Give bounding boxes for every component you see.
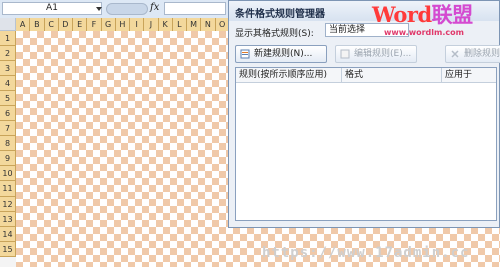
insert-function-icon[interactable]: fx <box>150 2 159 13</box>
delete-icon <box>451 50 459 58</box>
row-header[interactable]: 4 <box>0 76 16 92</box>
row-header[interactable]: 9 <box>0 151 16 167</box>
rules-list[interactable]: 规则(按所示顺序应用) 格式 应用于 <box>235 67 497 221</box>
row-header[interactable]: 2 <box>0 46 16 62</box>
name-box[interactable]: A1 <box>2 2 102 15</box>
column-header[interactable]: A <box>16 18 31 31</box>
column-header[interactable]: L <box>173 18 187 31</box>
edit-rule-label: 编辑规则(E)... <box>354 49 412 59</box>
rules-table-header: 规则(按所示顺序应用) 格式 应用于 <box>236 68 496 83</box>
row-header[interactable]: 11 <box>0 181 16 197</box>
row-header[interactable]: 14 <box>0 226 16 242</box>
column-header-format: 格式 <box>342 68 442 82</box>
column-header[interactable]: G <box>102 18 116 31</box>
column-header[interactable]: B <box>30 18 45 31</box>
column-header[interactable]: H <box>116 18 130 31</box>
row-header[interactable]: 12 <box>0 196 16 212</box>
delete-rule-button[interactable]: 删除规则 <box>445 45 500 63</box>
row-header[interactable]: 8 <box>0 136 16 152</box>
logo-word: Word <box>372 2 432 27</box>
column-header[interactable]: C <box>45 18 59 31</box>
column-header[interactable]: M <box>187 18 202 31</box>
column-header-applies-to: 应用于 <box>445 70 473 80</box>
select-all-corner[interactable] <box>0 18 16 31</box>
edit-rule-icon <box>340 49 350 59</box>
new-rule-label: 新建规则(N)... <box>254 49 313 59</box>
edit-rule-button[interactable]: 编辑规则(E)... <box>335 45 417 63</box>
show-rules-label: 显示其格式规则(S): <box>235 29 314 39</box>
row-header[interactable]: 5 <box>0 91 16 107</box>
dialog-title: 条件格式规则管理器 <box>235 9 325 20</box>
new-rule-button[interactable]: 新建规则(N)... <box>235 45 327 63</box>
column-header[interactable]: N <box>201 18 216 31</box>
column-header[interactable]: I <box>130 18 145 31</box>
column-header-rule: 规则(按所示顺序应用) <box>236 68 342 82</box>
row-header[interactable]: 13 <box>0 211 16 227</box>
row-header[interactable]: 10 <box>0 166 16 182</box>
row-headers: 1 2 3 4 5 6 7 8 9 10 11 12 13 14 15 <box>0 31 16 257</box>
row-header[interactable]: 15 <box>0 241 16 257</box>
footer-watermark: https://www.17admin.cc <box>262 245 470 261</box>
column-header[interactable]: E <box>73 18 88 31</box>
column-header[interactable]: D <box>59 18 73 31</box>
row-header[interactable]: 7 <box>0 121 16 137</box>
site-logo: Word联盟 <box>372 2 473 28</box>
column-headers: ABCDEFGHIJKLMNO <box>16 18 230 31</box>
logo-cn: 联盟 <box>431 2 474 27</box>
delete-rule-label: 删除规则 <box>464 49 500 59</box>
formula-input[interactable] <box>164 2 226 15</box>
column-header[interactable]: F <box>87 18 102 31</box>
row-header[interactable]: 3 <box>0 61 16 77</box>
column-header[interactable]: J <box>144 18 159 31</box>
row-header[interactable]: 6 <box>0 106 16 122</box>
chevron-down-icon[interactable] <box>96 7 102 11</box>
formula-buttons[interactable] <box>106 3 148 15</box>
logo-url: www.wordlm.com <box>384 28 464 37</box>
new-rule-icon <box>240 49 250 59</box>
row-header[interactable]: 1 <box>0 31 16 47</box>
column-header[interactable]: K <box>159 18 173 31</box>
